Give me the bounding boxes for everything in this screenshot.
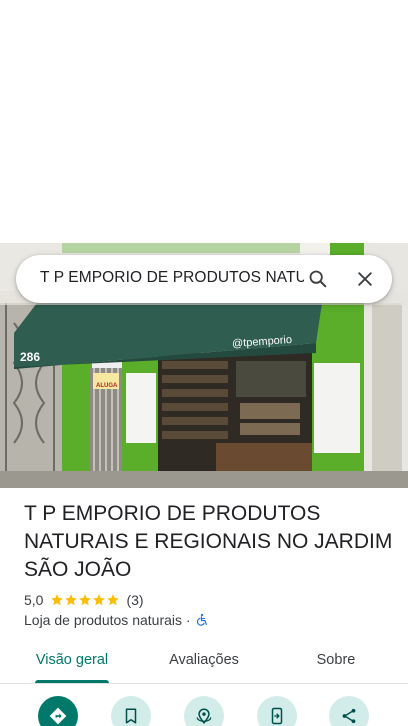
star-icon [107, 594, 120, 606]
house-number: 286 [20, 350, 41, 364]
category-separator: · [186, 612, 191, 628]
star-rating [50, 593, 120, 607]
star-icon [93, 594, 106, 606]
star-icon [79, 594, 92, 606]
close-button[interactable] [349, 263, 381, 295]
share-button[interactable] [329, 696, 369, 726]
star-icon [51, 594, 64, 606]
rating-value: 5,0 [24, 592, 44, 608]
send-to-phone-button[interactable] [257, 696, 297, 726]
search-input[interactable]: T P EMPORIO DE PRODUTOS NATURAIS E REGIO… [40, 269, 304, 287]
tab-overview[interactable]: Visão geral [35, 652, 109, 668]
share-icon [342, 708, 356, 724]
rating-row[interactable]: 5,0 (3) [24, 592, 144, 608]
nearby-button[interactable] [184, 696, 224, 726]
category-row: Loja de produtos naturais · [24, 612, 209, 628]
save-button[interactable] [111, 696, 151, 726]
place-category[interactable]: Loja de produtos naturais [24, 612, 182, 628]
directions-icon [49, 707, 67, 725]
tab-bar: Visão geral Avaliações Sobre [0, 640, 408, 684]
send-to-phone-icon [271, 707, 283, 725]
place-title: T P EMPORIO DE PRODUTOS NATURAIS E REGIO… [24, 502, 393, 581]
search-icon [309, 270, 327, 288]
close-icon [358, 272, 372, 286]
door-sign: ALUGA [96, 383, 118, 389]
review-count[interactable]: (3) [126, 592, 143, 608]
tab-about[interactable]: Sobre [310, 652, 362, 668]
directions-button[interactable] [38, 696, 78, 726]
wheelchair-icon[interactable] [195, 613, 209, 627]
map-area[interactable] [0, 0, 408, 243]
nearby-icon [196, 708, 212, 724]
search-bar[interactable]: T P EMPORIO DE PRODUTOS NATURAIS E REGIO… [16, 255, 392, 303]
star-icon [65, 594, 78, 606]
active-tab-indicator [35, 680, 109, 683]
bookmark-icon [125, 708, 137, 724]
action-bar [0, 696, 408, 726]
search-button[interactable] [302, 263, 334, 295]
tab-reviews[interactable]: Avaliações [164, 652, 244, 668]
